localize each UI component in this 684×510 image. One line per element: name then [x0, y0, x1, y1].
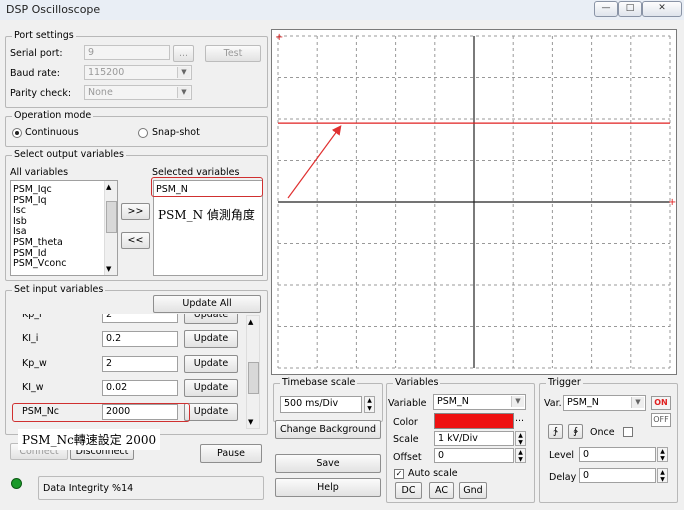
psm-nc-annotation: PSM_Nc轉速設定 2000 [18, 429, 161, 450]
psm-n-annotation: PSM_N 偵測角度 [154, 204, 259, 225]
psm-nc-highlight [12, 403, 190, 422]
